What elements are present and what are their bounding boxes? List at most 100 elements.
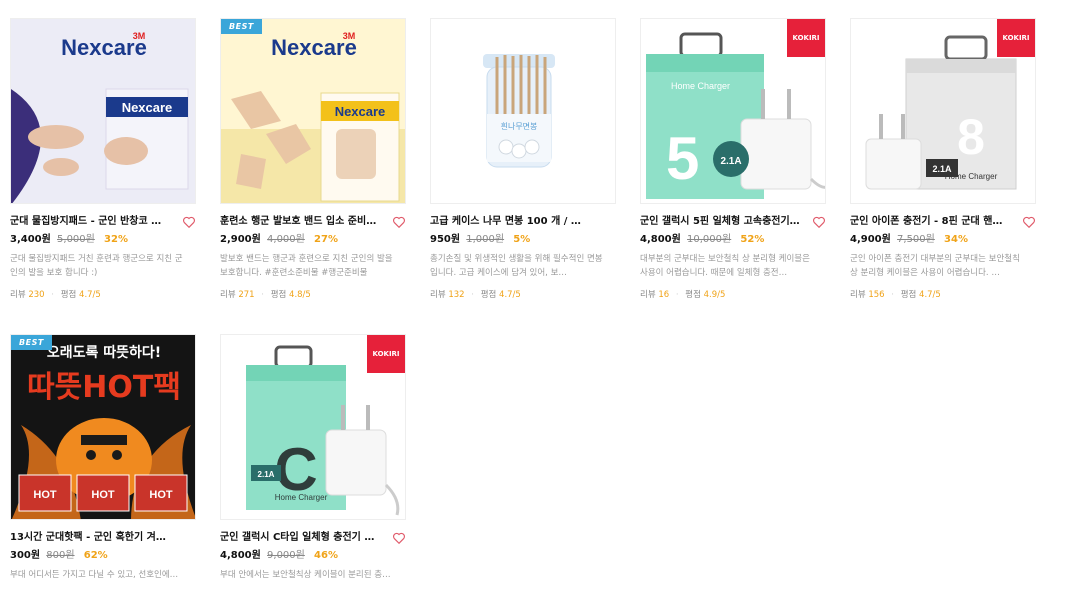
review-meta: 리뷰 230 · 평점 4.7/5 xyxy=(10,288,196,300)
svg-text:HOT: HOT xyxy=(91,489,115,501)
original-price: 4,000원 xyxy=(267,234,305,245)
product-card[interactable]: C 2.1A Home Charger KOKIRI 군인 갤럭시 C타입 일체… xyxy=(220,334,406,596)
product-description: 발보호 밴드는 행군과 훈련으로 지친 군인의 발을 보호합니다. #훈련소준비… xyxy=(220,254,393,278)
review-label: 리뷰 xyxy=(850,290,866,300)
product-thumbnail[interactable]: Home Charger 5 2.1A KOKIRI xyxy=(640,18,826,204)
review-count: 156 xyxy=(868,290,885,300)
svg-text:3M: 3M xyxy=(343,31,356,41)
product-title[interactable]: 군인 갤럭시 C타입 일체형 충전기 … xyxy=(220,530,380,546)
discount-rate: 27% xyxy=(314,234,338,245)
product-image: 흰나무면봉 xyxy=(431,19,615,203)
price: 2,900원 xyxy=(220,234,261,245)
rating-label: 평점 xyxy=(60,290,77,300)
review-count: 271 xyxy=(238,290,255,300)
product-thumbnail[interactable]: C 2.1A Home Charger KOKIRI xyxy=(220,334,406,520)
rating-label: 평점 xyxy=(685,290,701,300)
meta-separator: · xyxy=(675,290,679,300)
brand-tag: KOKIRI xyxy=(367,335,405,373)
discount-rate: 46% xyxy=(314,550,338,561)
rating-label: 평점 xyxy=(270,290,287,300)
price: 4,800원 xyxy=(220,550,261,561)
rating-value: 4.9/5 xyxy=(703,290,726,300)
review-count: 132 xyxy=(448,290,465,300)
rating-value: 4.7/5 xyxy=(919,290,941,300)
review-label: 리뷰 xyxy=(640,290,656,300)
svg-text:Nexcare: Nexcare xyxy=(335,104,386,119)
product-title[interactable]: 13시간 군대핫팩 - 군인 혹한기 겨… xyxy=(10,530,170,546)
product-title[interactable]: 고급 케이스 나무 면봉 100 개 / 군… xyxy=(430,214,590,230)
heart-icon[interactable] xyxy=(392,531,406,545)
product-card[interactable]: Nexcare Nexcare 3M BEST 훈련소 행군 발보호 밴드 입소… xyxy=(220,18,406,300)
price: 4,900원 xyxy=(850,234,891,245)
review-count: 230 xyxy=(28,290,45,300)
heart-icon[interactable] xyxy=(812,215,826,229)
svg-text:HOT: HOT xyxy=(149,489,173,501)
product-thumbnail[interactable]: Nexcare Nexcare 3M BEST xyxy=(220,18,406,204)
price-row: 3,400원 5,000원 32% xyxy=(10,232,196,248)
product-description: 부대 어디서든 가지고 다닐 수 있고, 선호인에… xyxy=(10,570,179,580)
svg-text:흰나무면봉: 흰나무면봉 xyxy=(501,121,538,131)
product-card[interactable]: Home Charger 5 2.1A KOKIRI 군인 갤럭시 5핀 일체형… xyxy=(640,18,826,300)
product-thumbnail[interactable]: 오래도록 따뜻하다! 따뜻HOT팩 HOT HOT HOT BEST xyxy=(10,334,196,520)
svg-text:2.1A: 2.1A xyxy=(720,156,741,167)
discount-rate: 5% xyxy=(513,234,531,245)
original-price: 9,000원 xyxy=(267,550,305,561)
product-card[interactable]: 8 Home Charger 2.1A KOKIRI 군인 아이폰 충전기 - … xyxy=(850,18,1036,300)
price-row: 4,800원 9,000원 46% xyxy=(220,548,406,564)
svg-text:3M: 3M xyxy=(133,31,146,41)
product-image: Nexcare Nexcare 3M xyxy=(221,19,405,203)
meta-separator: · xyxy=(471,290,474,300)
product-description: 총기손질 및 위생적인 생활을 위해 필수적인 면봉 입니다. 고급 케이스에 … xyxy=(430,254,603,278)
product-title[interactable]: 훈련소 행군 발보호 밴드 입소 준비… xyxy=(220,214,380,230)
price-row: 2,900원 4,000원 27% xyxy=(220,232,406,248)
original-price: 800원 xyxy=(46,550,75,561)
svg-text:Home Charger: Home Charger xyxy=(671,81,730,91)
product-image: 오래도록 따뜻하다! 따뜻HOT팩 HOT HOT HOT xyxy=(11,335,195,519)
price: 300원 xyxy=(10,550,41,561)
product-thumbnail[interactable]: 흰나무면봉 xyxy=(430,18,616,204)
heart-icon[interactable] xyxy=(392,215,406,229)
svg-text:5: 5 xyxy=(666,125,699,192)
original-price: 5,000원 xyxy=(57,234,95,245)
meta-separator: · xyxy=(891,290,894,300)
review-count: 16 xyxy=(658,290,670,300)
discount-rate: 32% xyxy=(104,234,128,245)
product-description: 대부분의 군부대는 보안철칙 상 분리형 케이블은 사용이 어렵습니다. 때문에… xyxy=(640,254,810,278)
rating-value: 4.7/5 xyxy=(499,290,521,300)
product-description: 부대 안에서는 보안철칙상 케이블이 분리된 충… xyxy=(220,570,391,580)
meta-separator: · xyxy=(261,290,264,300)
svg-text:Nexcare: Nexcare xyxy=(122,100,173,115)
review-meta: 리뷰 132 · 평점 4.7/5 xyxy=(430,288,616,300)
discount-rate: 62% xyxy=(83,550,108,561)
product-thumbnail[interactable]: 8 Home Charger 2.1A KOKIRI xyxy=(850,18,1036,204)
best-badge: BEST xyxy=(11,335,52,350)
product-title[interactable]: 군대 물집방지패드 - 군인 반창코 … xyxy=(10,214,170,230)
price-row: 4,900원 7,500원 34% xyxy=(850,232,1036,248)
product-card[interactable]: 흰나무면봉 고급 케이스 나무 면봉 100 개 / 군… 950원 1,000… xyxy=(430,18,616,300)
product-title[interactable]: 군인 아이폰 충전기 - 8핀 군대 핸드… xyxy=(850,214,1010,230)
svg-text:Home Charger: Home Charger xyxy=(275,493,328,502)
rating-value: 4.8/5 xyxy=(289,290,311,300)
discount-rate: 34% xyxy=(944,234,968,245)
review-label: 리뷰 xyxy=(10,290,26,300)
product-title[interactable]: 군인 갤럭시 5핀 일체형 고속충전기… xyxy=(640,214,800,230)
heart-icon[interactable] xyxy=(1022,215,1036,229)
product-card[interactable]: 오래도록 따뜻하다! 따뜻HOT팩 HOT HOT HOT BEST 13시간 … xyxy=(10,334,196,596)
meta-separator: · xyxy=(51,290,54,300)
brand-tag: KOKIRI xyxy=(787,19,825,57)
brand-tag: KOKIRI xyxy=(997,19,1035,57)
product-card[interactable]: Nexcare Nexcare 3M 군대 물집방지패드 - 군인 반창코 … … xyxy=(10,18,196,300)
svg-text:오래도록 따뜻하다!: 오래도록 따뜻하다! xyxy=(47,344,161,361)
original-price: 10,000원 xyxy=(687,234,732,245)
original-price: 7,500원 xyxy=(897,234,935,245)
price-row: 300원 800원 62% xyxy=(10,548,196,564)
svg-text:8: 8 xyxy=(957,109,985,165)
product-thumbnail[interactable]: Nexcare Nexcare 3M xyxy=(10,18,196,204)
review-meta: 리뷰 156 · 평점 4.7/5 xyxy=(850,288,1036,300)
price: 950원 xyxy=(430,234,461,245)
heart-icon[interactable] xyxy=(182,215,196,229)
product-image: Nexcare Nexcare 3M xyxy=(11,19,195,203)
price: 3,400원 xyxy=(10,234,51,245)
rating-label: 평점 xyxy=(480,290,497,300)
original-price: 1,000원 xyxy=(466,234,505,245)
